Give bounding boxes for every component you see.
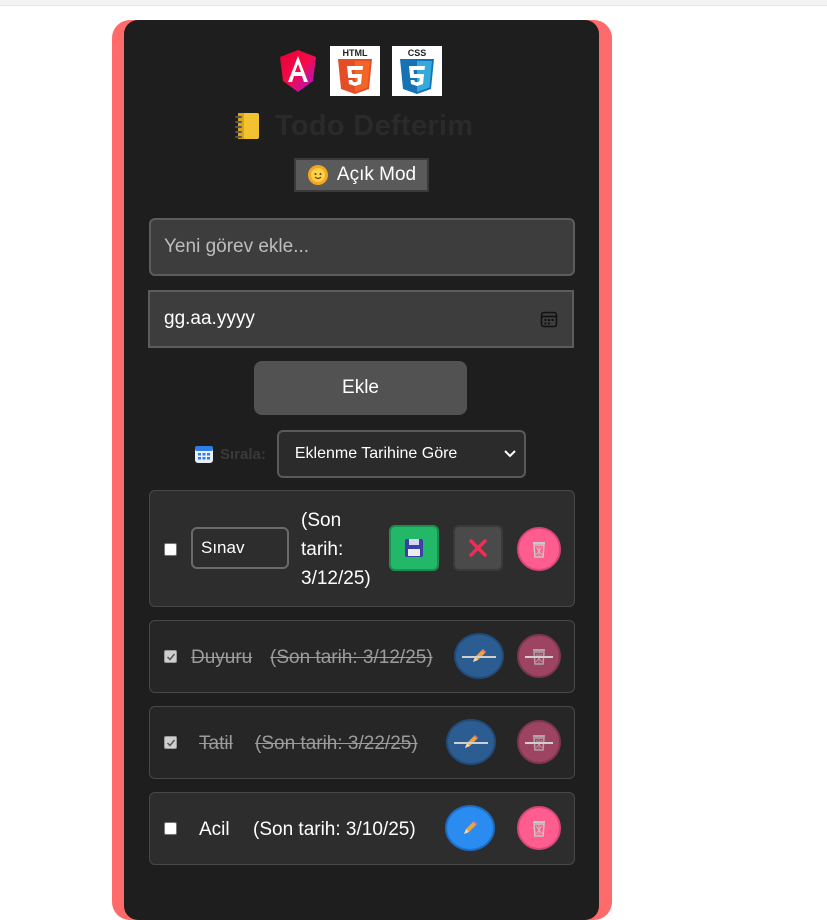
todo-due-date: (Son tarih: 3/12/25) [270, 647, 433, 668]
calendar-icon [195, 446, 213, 463]
angular-logo [278, 46, 318, 96]
page-title: Todo Defterim [275, 109, 474, 142]
sun-icon [307, 165, 328, 185]
notebook-icon [235, 113, 259, 139]
add-task-button[interactable]: Ekle [254, 361, 467, 415]
new-task-input[interactable] [149, 218, 575, 276]
edit-button[interactable] [454, 633, 504, 679]
check-icon [166, 739, 175, 747]
page-title-row: Todo Defterim [233, 108, 473, 144]
strike-line [462, 656, 496, 658]
due-date-input[interactable]: gg.aa.yyyy [148, 290, 574, 348]
calendar-picker-icon[interactable] [540, 310, 558, 328]
theme-toggle-button[interactable]: Açık Mod [294, 158, 429, 192]
cancel-edit-button[interactable] [453, 525, 503, 571]
todo-text: Tatil [199, 733, 233, 754]
todo-text: Acil [199, 819, 230, 840]
save-button[interactable] [389, 525, 439, 571]
strike-line [454, 742, 488, 744]
todo-checkbox[interactable] [164, 822, 177, 835]
todo-edit-input[interactable]: Sınav [191, 527, 289, 569]
css3-logo: CSS [392, 46, 442, 96]
todo-checkbox[interactable] [164, 650, 177, 663]
todo-edit-value: Sınav [201, 538, 245, 557]
strike-line [525, 656, 553, 658]
todo-checkbox[interactable] [164, 736, 177, 749]
chevron-down-icon [504, 450, 516, 458]
due-date-placeholder: gg.aa.yyyy [164, 308, 255, 329]
svg-text:HTML: HTML [343, 48, 368, 58]
delete-button[interactable] [517, 527, 561, 571]
sort-label: Sırala: [220, 445, 266, 463]
todo-item: Tatil (Son tarih: 3/22/25) [149, 706, 575, 779]
todo-item: Acil (Son tarih: 3/10/25) [149, 792, 575, 865]
close-icon [469, 539, 487, 557]
sort-selected-value: Eklenme Tarihine Göre [294, 445, 458, 462]
trash-icon [533, 542, 545, 558]
delete-button[interactable] [517, 634, 561, 678]
floppy-disk-icon [405, 539, 423, 557]
todo-due-date: (Son tarih: 3/10/25) [253, 819, 416, 840]
todo-due-date: (Son tarih: 3/22/25) [255, 733, 418, 754]
theme-toggle-label: Açık Mod [336, 164, 417, 185]
tech-logos: HTML CSS [278, 45, 442, 97]
todo-text: Duyuru [191, 647, 253, 668]
edit-button[interactable] [446, 719, 496, 765]
check-icon [166, 653, 175, 661]
todo-item: Sınav (Son tarih: 3/12/25) [149, 490, 575, 607]
sort-select[interactable]: Eklenme Tarihine Göre [276, 430, 526, 478]
delete-button[interactable] [517, 806, 561, 850]
html5-logo: HTML [330, 46, 380, 96]
edit-button[interactable] [445, 805, 495, 851]
sort-row: Sırala: Eklenme Tarihine Göre [194, 430, 526, 478]
pencil-icon [464, 821, 477, 834]
strike-line [525, 742, 553, 744]
todo-item: Duyuru (Son tarih: 3/12/25) [149, 620, 575, 693]
todo-checkbox[interactable] [164, 543, 177, 556]
svg-text:CSS: CSS [408, 48, 427, 58]
delete-button[interactable] [517, 720, 561, 764]
todo-due-date: (Son tarih: 3/12/25) [301, 510, 371, 589]
trash-icon [533, 821, 545, 837]
browser-top-strip [0, 0, 827, 6]
